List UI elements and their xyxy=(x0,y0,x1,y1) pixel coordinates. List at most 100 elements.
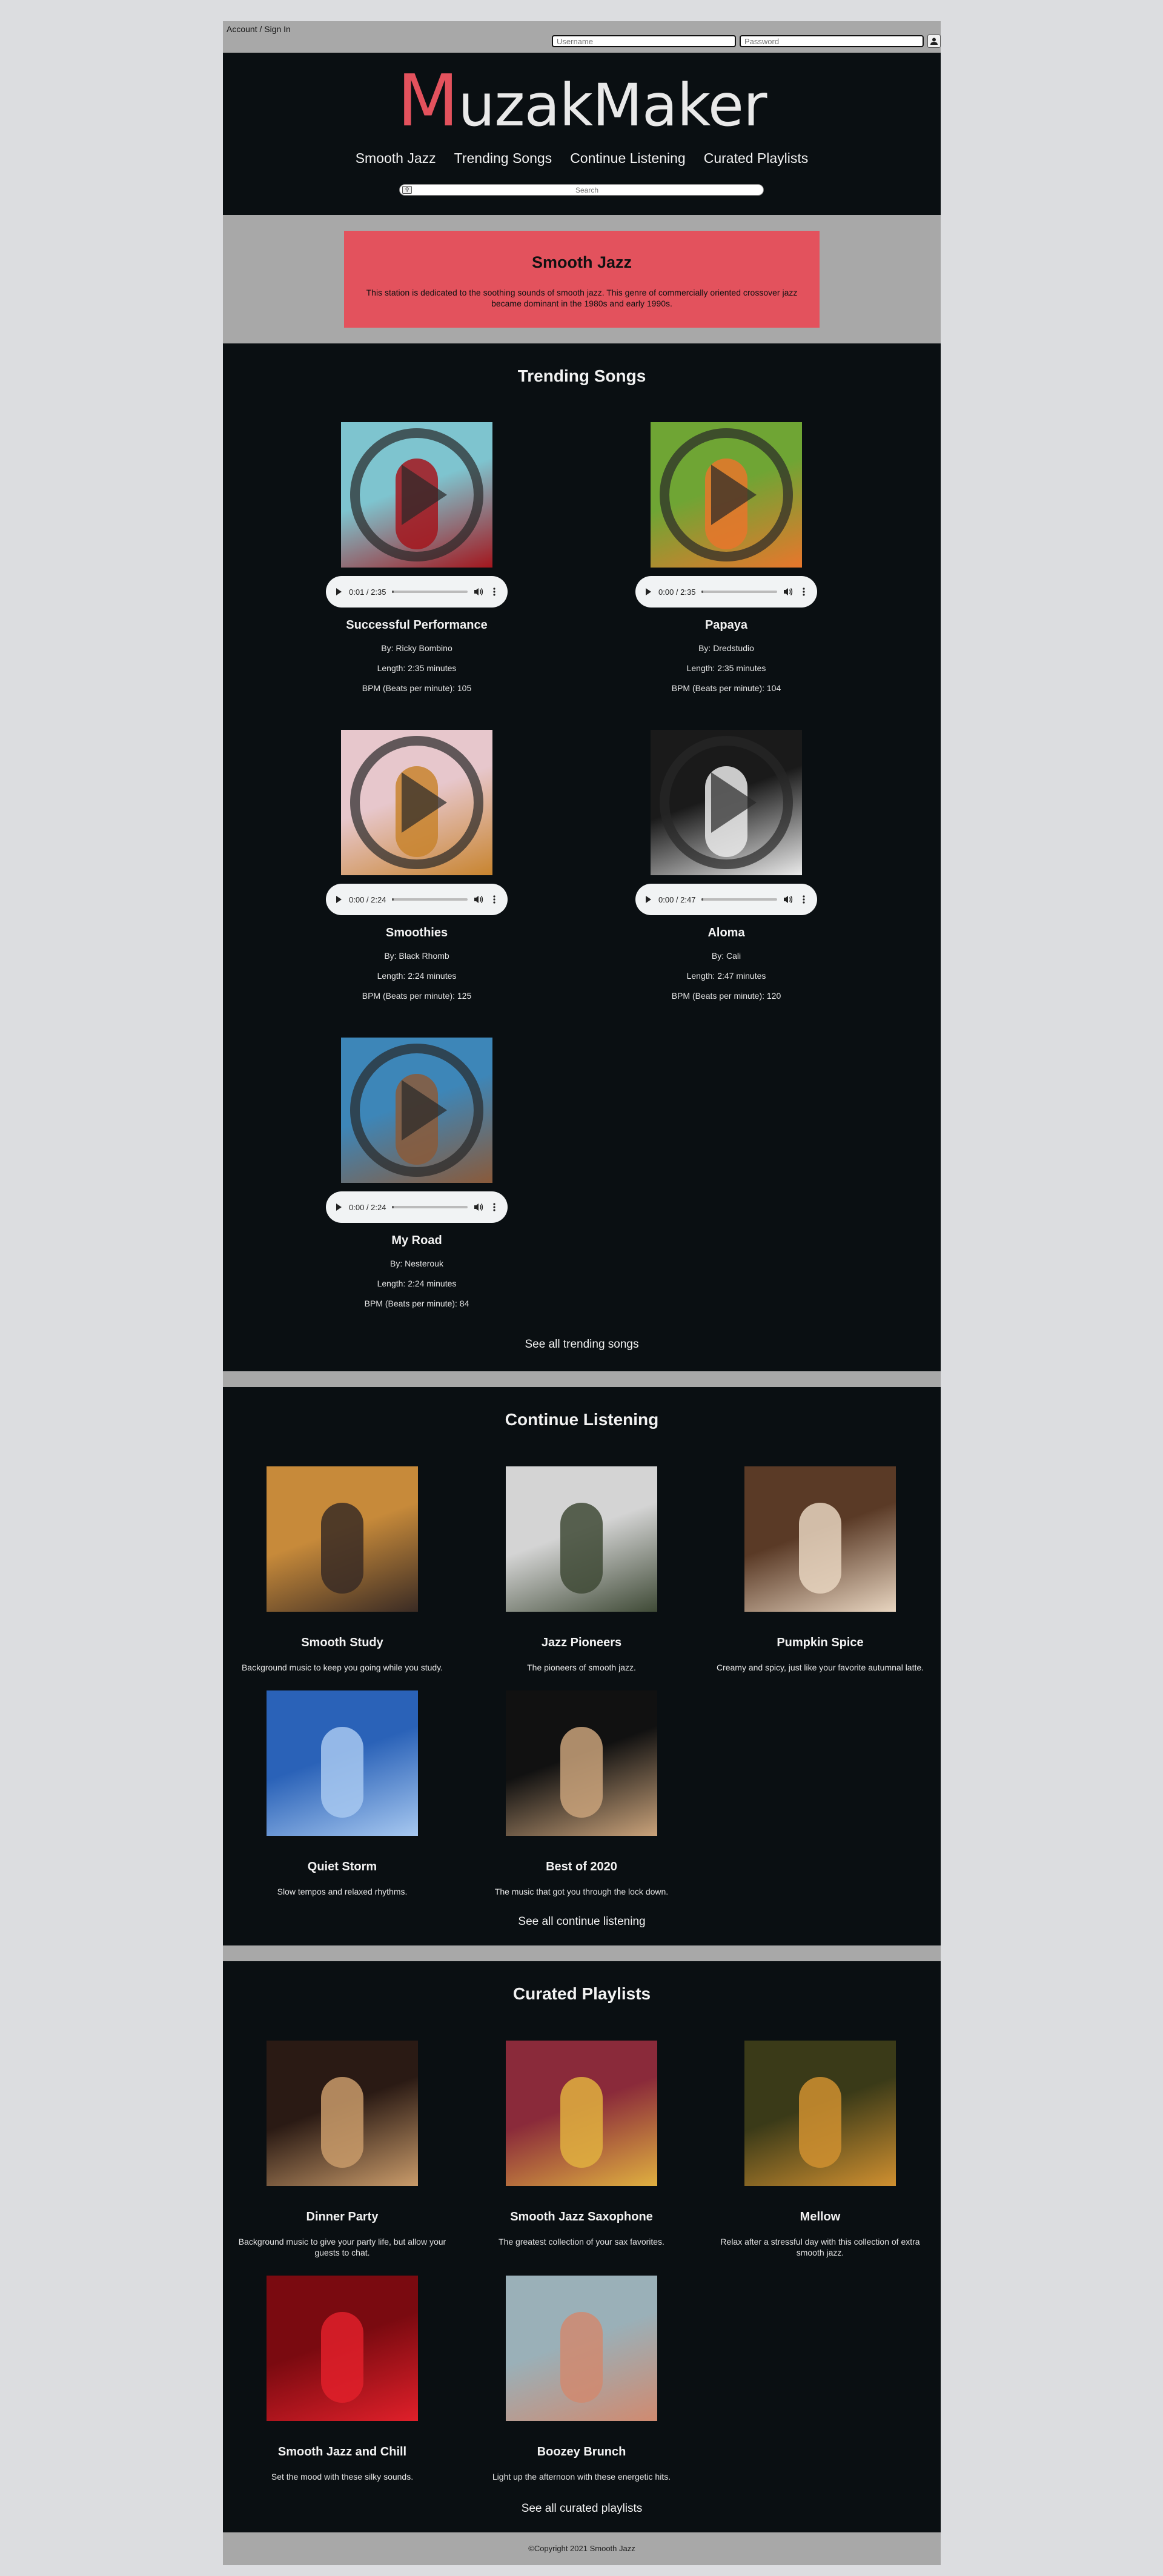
song-artist: By: Dredstudio xyxy=(698,643,754,653)
song-card: 0:00 / 2:24 Smoothies By: Black Rhomb Lengt… xyxy=(326,730,508,1001)
playlist-card[interactable]: Mellow Relax after a stressful day with t… xyxy=(708,2041,932,2258)
audio-seek-bar[interactable] xyxy=(392,1206,468,1208)
audio-time: 0:01 / 2:35 xyxy=(349,587,386,597)
song-title[interactable]: Smoothies xyxy=(326,926,508,940)
playlist-card[interactable]: Boozey Brunch Light up the afternoon with… xyxy=(469,2276,694,2482)
play-circle-icon[interactable] xyxy=(341,422,492,568)
nav-curated-playlists[interactable]: Curated Playlists xyxy=(704,150,809,167)
cover-subject xyxy=(560,2312,603,2403)
playlist-card[interactable]: Smooth Jazz and Chill Set the mood with t… xyxy=(230,2276,454,2482)
cover-subject xyxy=(560,1727,603,1818)
login-button[interactable] xyxy=(927,35,941,48)
song-bpm: BPM (Beats per minute): 125 xyxy=(362,991,472,1001)
playlist-card[interactable]: Jazz Pioneers The pioneers of smooth jazz… xyxy=(469,1466,694,1673)
audio-progress xyxy=(392,591,394,593)
audio-seek-bar[interactable] xyxy=(392,898,468,901)
play-icon[interactable] xyxy=(644,895,652,904)
playlist-title: Boozey Brunch xyxy=(537,2445,626,2458)
audio-seek-bar[interactable] xyxy=(701,898,777,901)
playlist-title: Jazz Pioneers xyxy=(541,1636,622,1649)
audio-time: 0:00 / 2:35 xyxy=(658,587,696,597)
see-all-continue-link[interactable]: See all continue listening xyxy=(223,1915,941,1929)
audio-progress xyxy=(701,591,703,593)
station-title: Smooth Jazz xyxy=(531,253,632,271)
audio-player: 0:00 / 2:24 xyxy=(326,1191,508,1223)
cover-subject xyxy=(321,1503,363,1594)
section-heading: Continue Listening xyxy=(505,1410,659,1429)
see-all-trending-link[interactable]: See all trending songs xyxy=(223,1338,941,1351)
playlist-description: The greatest collection of your sax favo… xyxy=(499,2237,664,2247)
more-options-icon[interactable] xyxy=(799,895,809,904)
play-circle-icon[interactable] xyxy=(341,1038,492,1183)
play-circle-icon[interactable] xyxy=(651,422,802,568)
playlist-description: Slow tempos and relaxed rhythms. xyxy=(277,1887,408,1896)
cover-image xyxy=(506,2276,657,2421)
playlist-description: Background music to keep you going while… xyxy=(241,1663,443,1672)
audio-time: 0:00 / 2:47 xyxy=(658,895,696,904)
audio-player: 0:00 / 2:35 xyxy=(635,576,817,608)
page: Account / Sign In MuzakMaker Smooth Jazz… xyxy=(223,21,941,2565)
playlist-card[interactable]: Smooth Jazz Saxophone The greatest collec… xyxy=(469,2041,694,2247)
play-icon[interactable] xyxy=(644,588,652,596)
cover-subject xyxy=(560,1503,603,1594)
song-title[interactable]: Papaya xyxy=(635,618,817,632)
playlist-title: Dinner Party xyxy=(306,2210,379,2223)
song-length: Length: 2:24 minutes xyxy=(377,971,457,981)
cover-image xyxy=(506,2041,657,2186)
logo-initial: M xyxy=(397,59,459,142)
more-options-icon[interactable] xyxy=(489,895,499,904)
audio-progress xyxy=(701,898,703,901)
song-title[interactable]: Aloma xyxy=(635,926,817,940)
playlist-card[interactable]: Quiet Storm Slow tempos and relaxed rhyth… xyxy=(230,1690,454,1897)
play-circle-icon[interactable] xyxy=(341,730,492,875)
search-icon[interactable]: ⚲ xyxy=(402,186,412,194)
audio-seek-bar[interactable] xyxy=(701,591,777,593)
search-input[interactable] xyxy=(414,185,760,194)
more-options-icon[interactable] xyxy=(799,587,809,597)
cover-image xyxy=(651,422,802,568)
section-divider xyxy=(223,1945,941,1961)
playlist-card[interactable]: Best of 2020 The music that got you throu… xyxy=(469,1690,694,1897)
account-sign-in-link[interactable]: Account / Sign In xyxy=(227,24,291,34)
play-icon[interactable] xyxy=(334,1203,343,1211)
volume-icon[interactable] xyxy=(474,587,483,597)
section-divider xyxy=(223,1371,941,1387)
song-length: Length: 2:47 minutes xyxy=(686,971,766,981)
volume-icon[interactable] xyxy=(783,895,793,904)
cover-subject xyxy=(560,2077,603,2168)
song-bpm: BPM (Beats per minute): 105 xyxy=(362,683,472,693)
nav-continue-listening[interactable]: Continue Listening xyxy=(570,150,686,167)
see-all-curated-link[interactable]: See all curated playlists xyxy=(223,2502,941,2515)
playlist-card[interactable]: Dinner Party Background music to give you… xyxy=(230,2041,454,2258)
play-icon[interactable] xyxy=(334,588,343,596)
station-description: This station is dedicated to the soothin… xyxy=(366,288,798,308)
audio-player: 0:00 / 2:24 xyxy=(326,884,508,915)
play-circle-icon[interactable] xyxy=(651,730,802,875)
audio-seek-bar[interactable] xyxy=(392,591,468,593)
audio-time: 0:00 / 2:24 xyxy=(349,895,386,904)
cover-subject xyxy=(321,2312,363,2403)
username-field[interactable] xyxy=(552,35,736,47)
copyright-text: ©Copyright 2021 Smooth Jazz xyxy=(528,2544,635,2553)
song-bpm: BPM (Beats per minute): 104 xyxy=(671,683,781,693)
site-logo[interactable]: MuzakMaker xyxy=(223,59,941,142)
playlist-card[interactable]: Smooth Study Background music to keep you… xyxy=(230,1466,454,1673)
song-title[interactable]: Successful Performance xyxy=(326,618,508,632)
play-icon[interactable] xyxy=(334,895,343,904)
playlist-title: Smooth Jazz Saxophone xyxy=(510,2210,653,2223)
song-artist: By: Ricky Bombino xyxy=(381,643,452,653)
cover-image xyxy=(744,2041,896,2186)
song-card: 0:00 / 2:47 Aloma By: Cali Length: 2:47 min… xyxy=(635,730,817,1001)
password-field[interactable] xyxy=(740,35,924,47)
playlist-card[interactable]: Pumpkin Spice Creamy and spicy, just like… xyxy=(708,1466,932,1673)
audio-player: 0:00 / 2:47 xyxy=(635,884,817,915)
more-options-icon[interactable] xyxy=(489,587,499,597)
song-card: 0:01 / 2:35 Successful Performance By: Ric… xyxy=(326,422,508,693)
nav-smooth-jazz[interactable]: Smooth Jazz xyxy=(356,150,436,167)
volume-icon[interactable] xyxy=(783,587,793,597)
song-title[interactable]: My Road xyxy=(326,1234,508,1248)
more-options-icon[interactable] xyxy=(489,1202,499,1212)
volume-icon[interactable] xyxy=(474,1202,483,1212)
nav-trending-songs[interactable]: Trending Songs xyxy=(454,150,552,167)
volume-icon[interactable] xyxy=(474,895,483,904)
